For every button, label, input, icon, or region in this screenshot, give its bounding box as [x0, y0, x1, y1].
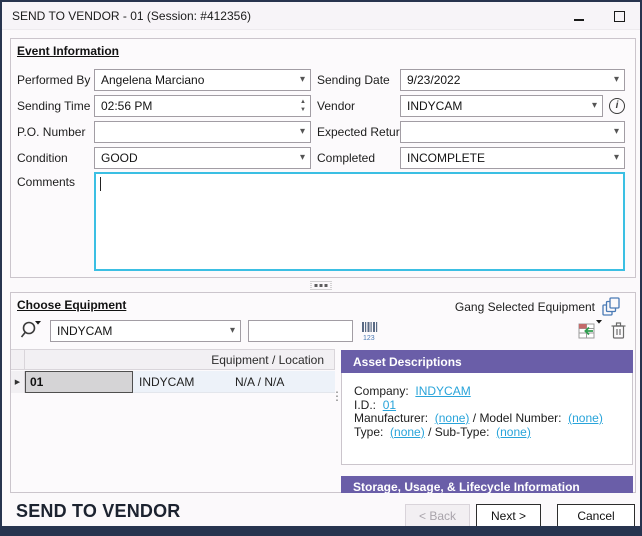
spinner-up-down-icon[interactable]: [300, 98, 306, 114]
comments-textarea[interactable]: [94, 172, 625, 271]
horizontal-splitter-handle[interactable]: [312, 282, 331, 289]
barcode-button[interactable]: 123: [360, 320, 382, 347]
chevron-down-icon: [614, 126, 619, 137]
model-number-link[interactable]: (none): [568, 411, 603, 425]
asset-id-line: I.D.: 01: [354, 399, 626, 413]
window-bottom-border: [2, 526, 640, 534]
storage-usage-lifecycle-header: Storage, Usage, & Lifecycle Information: [341, 476, 633, 493]
type-link[interactable]: (none): [390, 425, 425, 439]
maximize-button[interactable]: [606, 5, 632, 27]
equipment-id-cell[interactable]: 01: [25, 371, 133, 393]
delete-button[interactable]: [610, 321, 627, 345]
storage-usage-lifecycle-section: Storage, Usage, & Lifecycle Information: [341, 476, 633, 493]
trash-icon: [610, 321, 627, 340]
event-information-section: Event Information Performed By Angelena …: [10, 38, 636, 278]
choose-equipment-section: Choose Equipment Gang Selected Equipment…: [10, 292, 636, 493]
asset-type-line: Type: (none) / Sub-Type: (none): [354, 426, 626, 440]
send-to-vendor-dialog: SEND TO VENDOR - 01 (Session: #412356) E…: [0, 0, 642, 536]
po-number-combo[interactable]: [94, 121, 311, 143]
chevron-down-icon: [614, 74, 619, 85]
equipment-company-cell[interactable]: INDYCAM: [139, 371, 194, 393]
completed-combo[interactable]: INCOMPLETE: [400, 147, 625, 169]
back-button[interactable]: < Back: [405, 504, 470, 527]
chevron-down-icon: [230, 325, 235, 336]
subtype-link[interactable]: (none): [496, 425, 531, 439]
minimize-icon: [574, 19, 584, 21]
condition-combo[interactable]: GOOD: [94, 147, 311, 169]
sending-date-label: Sending Date: [317, 70, 390, 90]
completed-label: Completed: [317, 148, 375, 168]
cancel-button[interactable]: Cancel: [557, 504, 635, 527]
condition-label: Condition: [17, 148, 68, 168]
asset-descriptions-panel: Asset Descriptions Company: INDYCAM I.D.…: [341, 350, 633, 465]
sending-time-label: Sending Time: [17, 96, 90, 116]
manufacturer-link[interactable]: (none): [435, 411, 470, 425]
equipment-filter-combo[interactable]: INDYCAM: [50, 320, 241, 342]
maximize-icon: [614, 11, 625, 22]
gang-selected-equipment-button[interactable]: [601, 296, 623, 323]
performed-by-combo[interactable]: Angelena Marciano: [94, 69, 311, 91]
asset-manufacturer-line: Manufacturer: (none) / Model Number: (no…: [354, 412, 626, 426]
comments-label: Comments: [17, 172, 75, 192]
expected-return-combo[interactable]: [400, 121, 625, 143]
chevron-down-icon: [300, 74, 305, 85]
performed-by-label: Performed By: [17, 70, 90, 90]
asset-descriptions-body: Company: INDYCAM I.D.: 01 Manufacturer: …: [341, 373, 633, 465]
add-to-list-button[interactable]: [577, 319, 603, 346]
vendor-label: Vendor: [317, 96, 355, 116]
asset-company-line: Company: INDYCAM: [354, 385, 626, 399]
equipment-table-header[interactable]: Equipment / Location: [11, 349, 335, 370]
stacked-pages-icon: [601, 296, 623, 318]
search-icon: [19, 318, 43, 340]
title-bar: SEND TO VENDOR - 01 (Session: #412356): [2, 2, 640, 30]
text-caret: [100, 177, 101, 191]
chevron-down-icon: [592, 100, 597, 111]
barcode-scan-field[interactable]: [248, 320, 353, 342]
expected-return-label: Expected Return: [317, 122, 406, 142]
import-grid-icon: [577, 319, 603, 341]
minimize-button[interactable]: [566, 5, 592, 27]
table-row[interactable]: 01 INDYCAM N/A / N/A: [11, 371, 335, 393]
sending-time-spinner[interactable]: 02:56 PM: [94, 95, 311, 117]
gang-selected-equipment-label: Gang Selected Equipment: [455, 300, 595, 314]
window-title: SEND TO VENDOR - 01 (Session: #412356): [12, 9, 251, 23]
company-link[interactable]: INDYCAM: [415, 384, 470, 398]
chevron-down-icon: [300, 126, 305, 137]
event-information-heading: Event Information: [17, 44, 119, 58]
po-number-label: P.O. Number: [17, 122, 85, 142]
chevron-down-icon: [614, 152, 619, 163]
search-mode-button[interactable]: [19, 318, 43, 345]
next-button[interactable]: Next >: [476, 504, 541, 527]
barcode-icon: 123: [360, 320, 382, 342]
asset-descriptions-header: Asset Descriptions: [341, 350, 633, 373]
vendor-info-icon[interactable]: [609, 98, 625, 114]
row-selector-cell[interactable]: [11, 371, 25, 393]
sending-date-combo[interactable]: 9/23/2022: [400, 69, 625, 91]
chevron-down-icon: [300, 152, 305, 163]
choose-equipment-heading: Choose Equipment: [17, 298, 126, 312]
svg-text:123: 123: [363, 335, 375, 342]
equipment-location-cell[interactable]: N/A / N/A: [235, 371, 284, 393]
wizard-step-title: SEND TO VENDOR: [16, 501, 181, 522]
row-selector-column-header: [11, 350, 25, 369]
row-selector-icon: [15, 378, 20, 386]
id-link[interactable]: 01: [383, 398, 396, 412]
barcode-scan-input[interactable]: [253, 321, 348, 341]
vendor-combo[interactable]: INDYCAM: [400, 95, 603, 117]
